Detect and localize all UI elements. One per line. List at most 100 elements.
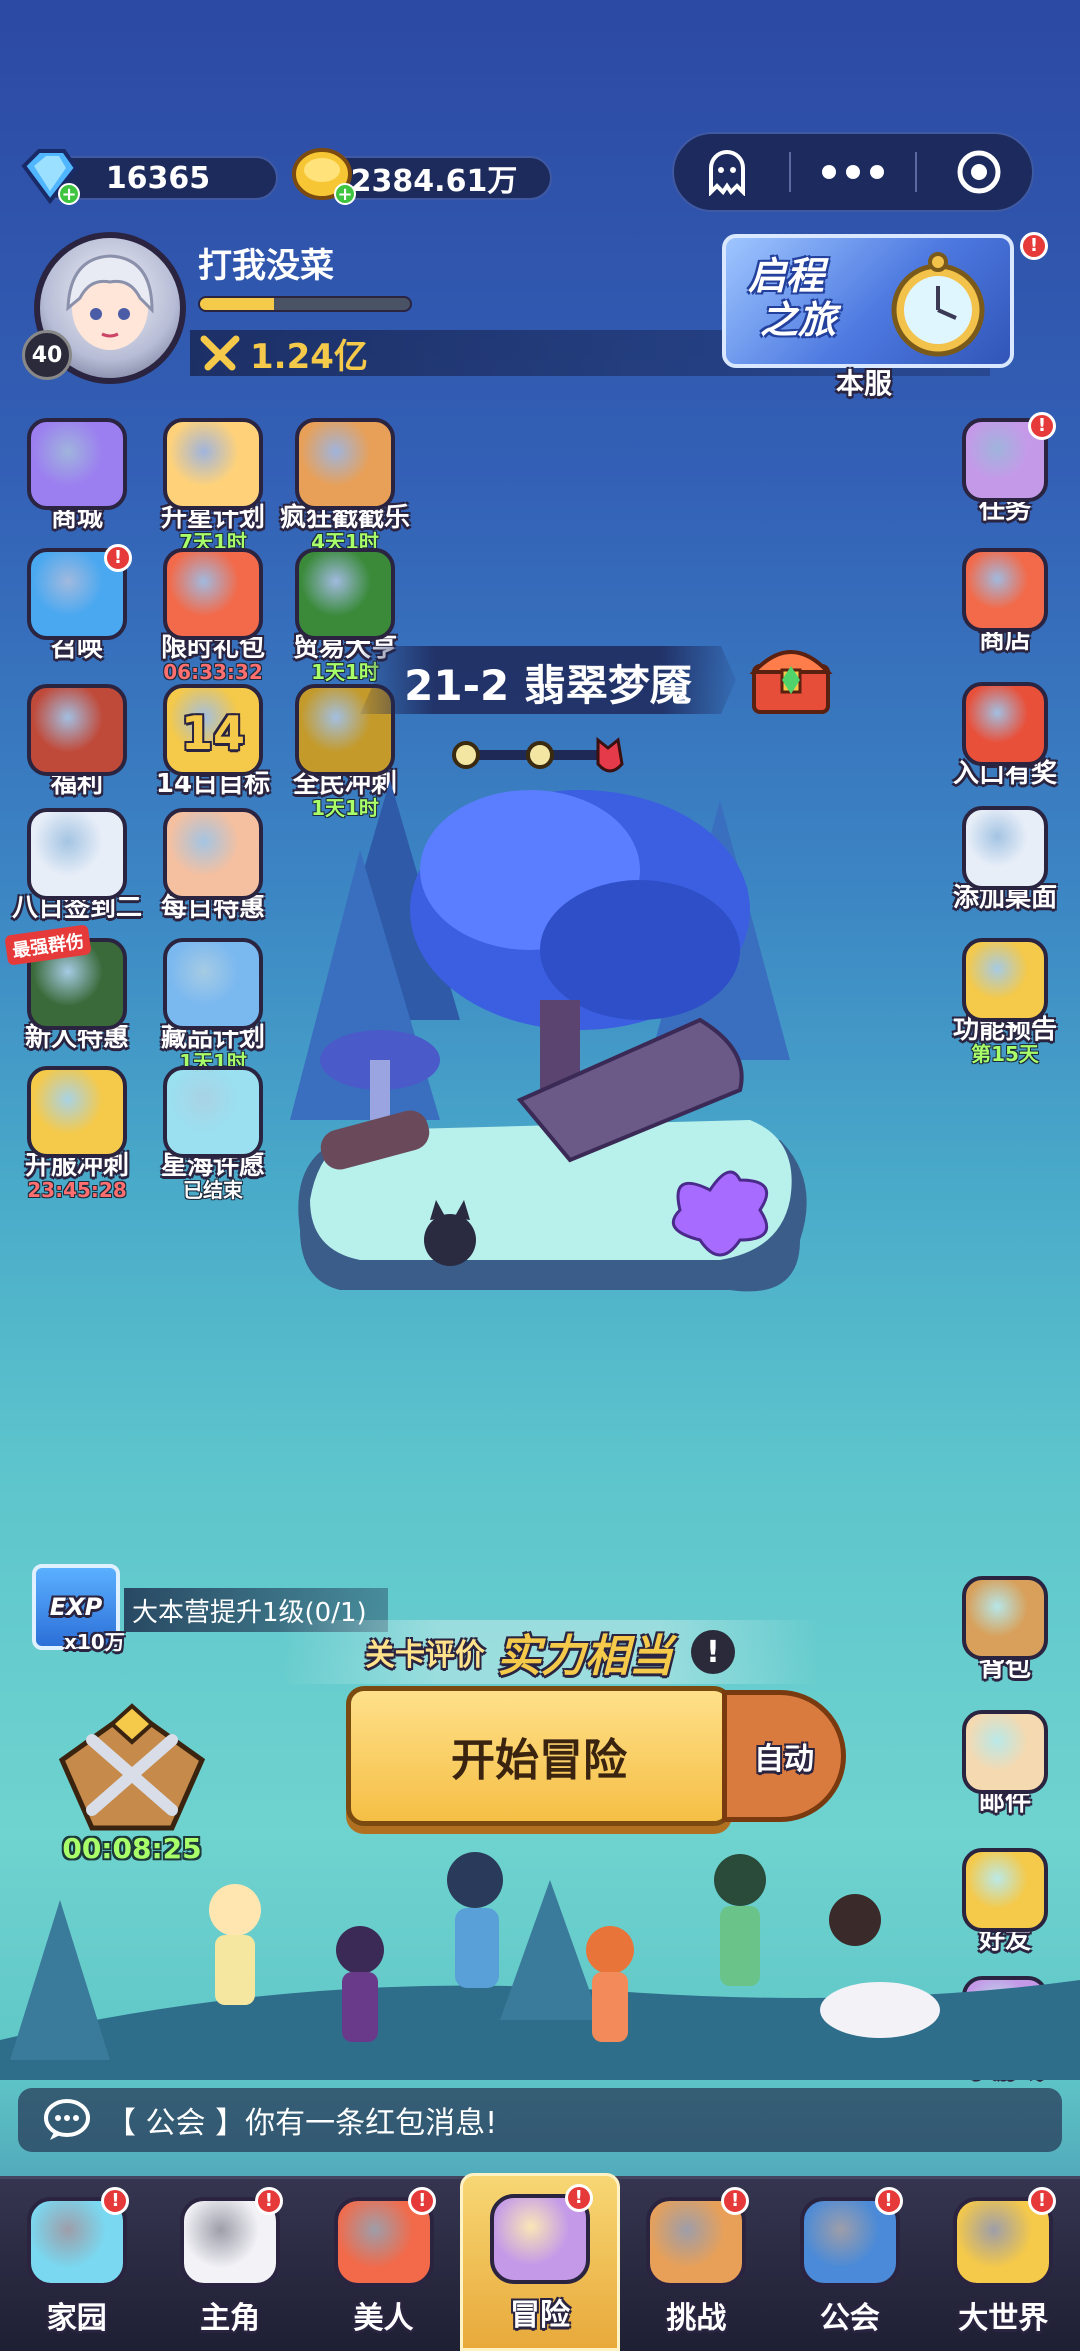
activity-badge: ! bbox=[104, 544, 132, 572]
crossed-swords-icon bbox=[200, 335, 240, 371]
activity-timer: 06:33:32 bbox=[163, 660, 263, 684]
function-timer: 第15天 bbox=[971, 1042, 1039, 1066]
nav-tab-badge: ! bbox=[874, 2187, 903, 2215]
activity-art-icon bbox=[163, 548, 263, 640]
chat-message: 你有一条红包消息! bbox=[245, 2106, 498, 2141]
activity-art-icon bbox=[163, 808, 263, 900]
event-banner-badge: ! bbox=[1020, 232, 1048, 260]
activity-art-icon: 14 bbox=[163, 684, 263, 776]
activity-art-icon bbox=[295, 418, 395, 510]
activity-art-icon bbox=[27, 684, 127, 776]
function-art-icon bbox=[962, 806, 1048, 890]
nav-tab-label: 公会 bbox=[819, 2301, 880, 2336]
function-icon-1[interactable]: 任务! bbox=[940, 412, 1070, 524]
nav-tab-badge: ! bbox=[1027, 2187, 1056, 2215]
activity-art-icon bbox=[295, 548, 395, 640]
hero-6 bbox=[820, 1894, 940, 2038]
stage-title: 21-2 翡翠梦魇 bbox=[404, 661, 692, 710]
stage-island-scene bbox=[290, 780, 807, 1292]
hero-5 bbox=[714, 1854, 766, 1986]
nav-tab-label: 挑战 bbox=[666, 2301, 727, 2336]
nav-tab-badge: ! bbox=[254, 2187, 283, 2215]
nav-tab-badge: ! bbox=[721, 2187, 750, 2215]
start-adventure-button[interactable]: 开始冒险 bbox=[346, 1686, 732, 1826]
activity-art-icon bbox=[27, 808, 127, 900]
activity-timer: 已结束 bbox=[183, 1178, 243, 1202]
bottom-nav: 家园! 主角! 美人! 冒险! 挑战! 公会! 大世界! bbox=[0, 2173, 1080, 2351]
activity-icon-2[interactable]: 升星计划 7天1时 bbox=[148, 418, 278, 552]
activity-art-icon bbox=[27, 418, 127, 510]
event-banner-caption: 本服 bbox=[836, 367, 893, 400]
black-cat-icon bbox=[424, 1214, 476, 1266]
close-circle-icon[interactable] bbox=[934, 140, 1024, 204]
function-art-icon bbox=[962, 682, 1048, 766]
activity-icon-5[interactable]: 限时礼包 06:33:32 bbox=[148, 548, 278, 682]
nav-tab-label: 主角 bbox=[200, 2301, 261, 2336]
function-art-icon bbox=[962, 1576, 1048, 1660]
nav-tab-badge: ! bbox=[564, 2184, 593, 2212]
hero-lineup bbox=[0, 1852, 1080, 2080]
gem-icon: + bbox=[21, 149, 80, 205]
event-banner-title: 启程 之旅 bbox=[748, 254, 837, 342]
idle-reward-chest-icon[interactable] bbox=[52, 1700, 212, 1840]
nav-tab-6[interactable]: 公会! bbox=[773, 2179, 926, 2351]
svg-text:+: + bbox=[61, 184, 76, 205]
activity-art-icon bbox=[163, 418, 263, 510]
activity-timer: 23:45:28 bbox=[27, 1178, 127, 1202]
activity-icon-1[interactable]: 商城 bbox=[12, 418, 142, 532]
stage-chest-icon[interactable] bbox=[746, 636, 836, 720]
gold-coin-icon: + bbox=[292, 148, 356, 205]
function-icon-4[interactable]: 添加桌面 bbox=[940, 806, 1070, 912]
more-icon[interactable] bbox=[808, 140, 898, 204]
rating-info-icon[interactable]: ! bbox=[691, 1630, 735, 1674]
chat-bubble-icon bbox=[44, 2099, 90, 2140]
activity-icon-15[interactable]: 星海许愿 已结束 bbox=[148, 1066, 278, 1200]
nav-tab-5[interactable]: 挑战! bbox=[620, 2179, 773, 2351]
activity-icon-4[interactable]: 召唤! bbox=[12, 544, 142, 662]
event-banner[interactable]: 启程 之旅 bbox=[722, 234, 1014, 368]
activity-icon-13[interactable]: 藏品计划 1天1时 bbox=[148, 938, 278, 1072]
activity-art-icon bbox=[163, 1066, 263, 1158]
nav-tab-3[interactable]: 美人! bbox=[307, 2179, 460, 2351]
hero-1 bbox=[209, 1884, 261, 2005]
function-icon-3[interactable]: 入口有奖 bbox=[940, 682, 1070, 788]
nav-tab-7[interactable]: 大世界! bbox=[927, 2179, 1080, 2351]
nav-tab-label: 美人 bbox=[353, 2301, 414, 2336]
auto-battle-button[interactable]: 自动 bbox=[722, 1690, 846, 1822]
player-level-badge: 40 bbox=[22, 330, 72, 380]
function-badge: ! bbox=[1028, 412, 1056, 440]
nav-tab-2[interactable]: 主角! bbox=[153, 2179, 306, 2351]
player-name: 打我没菜 bbox=[198, 246, 334, 286]
hero-3 bbox=[447, 1852, 503, 1988]
miniprogram-capsule bbox=[672, 132, 1034, 212]
function-icon-2[interactable]: 商店 bbox=[940, 548, 1070, 654]
activity-icon-12[interactable]: 新人特惠 最强群伤 bbox=[4, 924, 142, 1052]
activity-icon-14[interactable]: 开服冲刺 23:45:28 bbox=[12, 1066, 142, 1200]
nav-tab-label: 大世界 bbox=[958, 2301, 1049, 2336]
exp-task-multiplier: x10万 bbox=[64, 1630, 125, 1654]
chat-channel: 【 公会 】 bbox=[106, 2106, 246, 2141]
function-art-icon bbox=[962, 1710, 1048, 1794]
capsule-divider bbox=[789, 152, 792, 192]
chat-bar[interactable]: 【 公会 】 你有一条红包消息! bbox=[18, 2088, 1062, 2152]
function-icon-5[interactable]: 功能预告 第15天 bbox=[940, 938, 1070, 1064]
hero-2 bbox=[336, 1926, 384, 2042]
activity-icon-3[interactable]: 疯狂戳戳乐 4天1时 bbox=[280, 418, 410, 552]
function-icon-6[interactable]: 背包 bbox=[940, 1576, 1070, 1682]
nav-tab-4[interactable]: 冒险! bbox=[460, 2173, 620, 2351]
function-icon-7[interactable]: 邮件 bbox=[940, 1710, 1070, 1816]
function-art-icon bbox=[962, 938, 1048, 1022]
svg-text:+: + bbox=[337, 184, 352, 205]
activity-art-icon bbox=[163, 938, 263, 1030]
hero-4 bbox=[586, 1926, 634, 2042]
activity-icon-7[interactable]: 福利 bbox=[12, 684, 142, 798]
activity-icon-10[interactable]: 八日签到二 bbox=[12, 808, 142, 922]
exp-bar-fill bbox=[200, 298, 274, 310]
ghost-icon[interactable] bbox=[682, 140, 772, 204]
nav-tab-badge: ! bbox=[101, 2187, 130, 2215]
nav-tab-1[interactable]: 家园! bbox=[0, 2179, 153, 2351]
activity-icon-8[interactable]: 14 14日目标 bbox=[148, 684, 278, 798]
activity-art-icon bbox=[27, 1066, 127, 1158]
activity-icon-11[interactable]: 每日特惠 bbox=[148, 808, 278, 922]
stage-rating: 关卡评价 实力相当 ! bbox=[280, 1620, 820, 1684]
